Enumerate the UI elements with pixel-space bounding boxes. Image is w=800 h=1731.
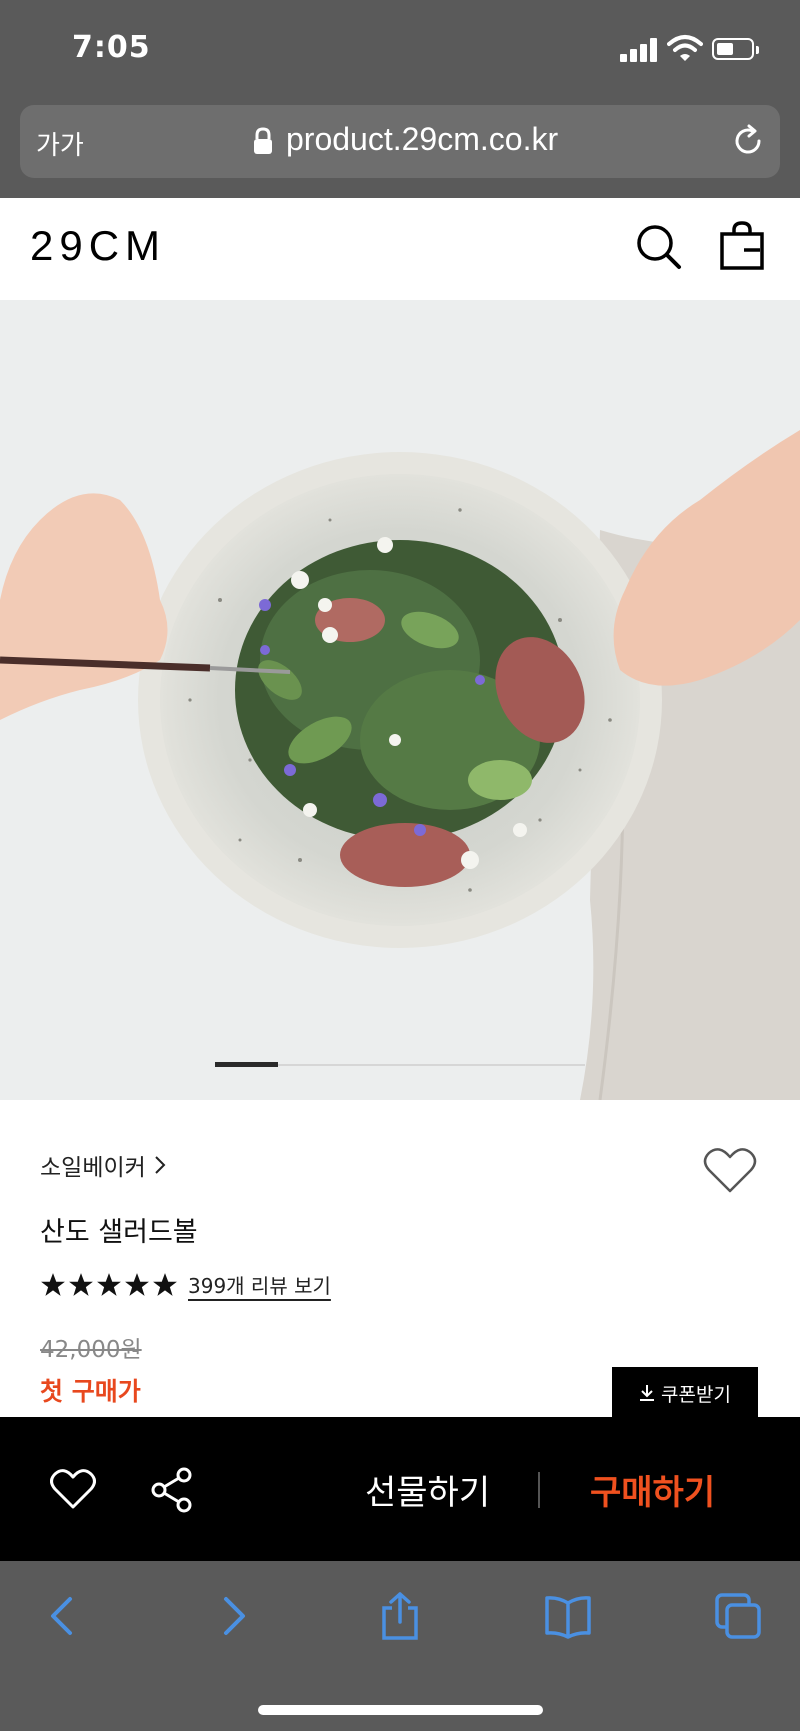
text-size-button[interactable]: 가가 (36, 125, 84, 162)
gift-button[interactable]: 선물하기 (365, 1465, 490, 1514)
chevron-right-icon (155, 1156, 166, 1174)
share-sheet-icon[interactable] (375, 1591, 425, 1641)
star-icon (69, 1272, 93, 1296)
tabs-icon[interactable] (713, 1591, 763, 1641)
rating-stars (40, 1272, 178, 1298)
divider (538, 1472, 540, 1508)
original-price: 42,000원 (40, 1337, 142, 1363)
image-slider-progress (215, 1062, 278, 1067)
heart-icon[interactable] (50, 1467, 96, 1511)
lock-icon (254, 127, 272, 154)
buy-button[interactable]: 구매하기 (590, 1465, 715, 1514)
wifi-icon (667, 35, 703, 61)
address-bar[interactable]: 가가 product.29cm.co.kr (20, 105, 780, 178)
back-icon[interactable] (38, 1591, 88, 1641)
home-indicator (258, 1705, 543, 1715)
review-link[interactable]: 399개 리뷰 보기 (188, 1270, 331, 1299)
star-icon (125, 1272, 149, 1296)
reload-icon[interactable] (730, 123, 766, 159)
brand-name: 소일베이커 (40, 1155, 146, 1181)
brand-link[interactable]: 소일베이커 (40, 1148, 166, 1182)
bag-icon[interactable] (718, 220, 766, 272)
image-slider-track (215, 1062, 585, 1067)
status-bar: 7:05 가가 product.29cm.co.kr (0, 0, 800, 198)
site-logo[interactable]: 29CM (30, 222, 166, 270)
product-image[interactable] (0, 300, 800, 1100)
forward-icon[interactable] (208, 1591, 258, 1641)
star-icon (41, 1272, 65, 1296)
star-icon (153, 1272, 177, 1296)
purchase-bar: 선물하기 구매하기 (0, 1417, 800, 1561)
status-time: 7:05 (72, 30, 151, 65)
coupon-button[interactable]: 쿠폰받기 (612, 1367, 758, 1419)
first-purchase-price-label: 첫 구매가 (40, 1377, 141, 1406)
share-icon[interactable] (150, 1467, 194, 1513)
rating-row: 399개 리뷰 보기 (40, 1270, 331, 1299)
search-icon[interactable] (634, 222, 682, 270)
wishlist-heart-icon[interactable] (703, 1145, 757, 1195)
signal-icon (620, 38, 660, 62)
star-icon (97, 1272, 121, 1296)
coupon-label: 쿠폰받기 (661, 1383, 731, 1406)
battery-icon (712, 38, 759, 60)
bookmarks-icon[interactable] (543, 1591, 593, 1641)
site-header: 29CM (0, 198, 800, 300)
download-icon (640, 1385, 655, 1401)
product-name: 산도 샐러드볼 (40, 1217, 198, 1248)
url-text[interactable]: product.29cm.co.kr (286, 121, 558, 158)
salad-bowl-photo (0, 300, 800, 1100)
